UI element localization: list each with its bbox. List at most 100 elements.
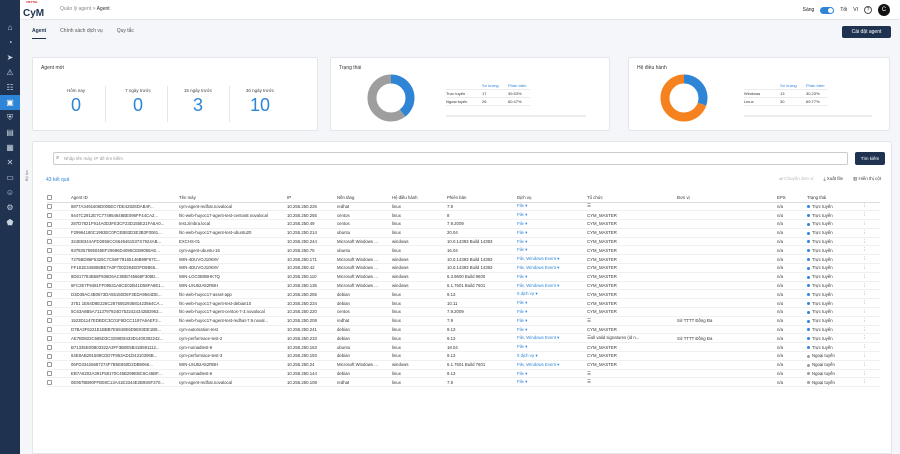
table-cell[interactable]: File ▾ [517, 377, 587, 388]
arrow-icon[interactable]: ➤ [0, 50, 20, 65]
table-cell[interactable]: File, Windows Event ▾ [517, 254, 587, 265]
row-checkbox[interactable] [47, 283, 52, 289]
table-row[interactable]: 324EB344AFD2856CC6645461537S7924AB... EXC… [47, 237, 880, 247]
table-cell[interactable]: 0 dịch vụ ▾ [517, 289, 587, 300]
table-row[interactable]: D7BA3F6221E1BBB7E6848E6D5E83DE1B8... cym-… [47, 325, 880, 335]
columns-button[interactable]: ▥ Hiển thị cột [853, 176, 881, 182]
table-row[interactable]: 287D7821F914A0D3FE3CF23D155E21FA5A0... te… [47, 219, 880, 229]
table-cell[interactable]: File ▾ [517, 369, 587, 379]
table-row[interactable]: F29964180C1993EC0FCEB83D3E3B3F0061... hlc… [47, 228, 880, 238]
row-checkbox[interactable] [47, 327, 52, 333]
table-row[interactable]: D3D39AC4B0673DA55150D5F3EDA9564DE... hlc-… [47, 289, 880, 300]
tab-service-policy[interactable]: Chính sách dịch vụ [60, 28, 103, 39]
select-all-checkbox[interactable] [47, 195, 52, 201]
shield-icon[interactable]: ⛨ [0, 110, 20, 125]
table-cell[interactable]: File ▾ [517, 228, 587, 238]
table-row[interactable]: 3751 1E64D8E226C287655293681423564CA... h… [47, 298, 880, 309]
row-menu-icon[interactable]: ⋮ [862, 245, 880, 256]
table-cell[interactable]: File, Windows Event ▾ [517, 281, 587, 291]
row-menu-icon[interactable]: ⋮ [862, 316, 880, 326]
search-button[interactable]: Tìm kiếm [855, 152, 885, 165]
report-icon[interactable]: ▦ [0, 140, 20, 155]
row-menu-icon[interactable]: ⋮ [862, 219, 880, 229]
row-checkbox[interactable] [47, 336, 52, 342]
security-icon[interactable]: ⬟ [0, 215, 20, 230]
table-row[interactable]: 6FC2E7F9481FF09531A8CE02B41D58FA5E1... WI… [47, 281, 880, 291]
column-header[interactable]: Tên máy [179, 194, 287, 203]
column-header[interactable]: Dịch vụ [517, 194, 587, 203]
row-menu-icon[interactable]: ⋮ [862, 298, 880, 309]
row-checkbox[interactable] [47, 371, 52, 377]
table-cell[interactable]: File, Windows Event ▾ [517, 263, 587, 273]
terminal-icon[interactable]: ▭ [0, 170, 20, 185]
table-row[interactable]: AE7B0822C685D3C3288D8433D1400382242... cy… [47, 333, 880, 344]
table-cell[interactable]: 0 dịch vụ ▾ [517, 351, 587, 361]
row-checkbox[interactable] [47, 265, 52, 271]
row-checkbox[interactable] [47, 380, 52, 386]
app-logo[interactable]: VIETTEL CyM [23, 1, 44, 20]
row-menu-icon[interactable]: ⋮ [862, 289, 880, 300]
table-row[interactable]: EB7A6202A391F58170C45B299EBC6C46BF... cym… [47, 369, 880, 379]
table-cell[interactable]: File ▾ [517, 245, 587, 256]
table-row[interactable]: 64E8AB291589CDD7F853AD1D4310306B... cym-p… [47, 351, 880, 361]
breadcrumb-root[interactable]: Quản lý agent [60, 6, 91, 12]
table-row[interactable]: 5C63A8B5A7113797924D7532424342BD963... hl… [47, 307, 880, 317]
tools-icon[interactable]: ✕ [0, 155, 20, 170]
row-checkbox[interactable] [47, 292, 52, 298]
settings-icon[interactable]: ⚙ [0, 200, 20, 215]
status-legend-scrollbar[interactable] [446, 115, 586, 117]
table-cell[interactable]: File, Windows Event ▾ [517, 333, 587, 344]
table-cell[interactable]: File ▾ [517, 307, 587, 317]
language-selector[interactable]: VI [853, 7, 858, 13]
list-icon[interactable]: ☷ [0, 80, 20, 95]
row-checkbox[interactable] [47, 362, 52, 368]
table-cell[interactable]: File ▾ [517, 316, 587, 326]
row-menu-icon[interactable]: ⋮ [862, 202, 880, 212]
row-checkbox[interactable] [47, 204, 52, 210]
column-header[interactable]: Nền tảng [337, 194, 392, 203]
row-checkbox[interactable] [47, 212, 52, 218]
table-cell[interactable]: File ▾ [517, 219, 587, 229]
row-menu-icon[interactable]: ⋮ [862, 307, 880, 317]
table-cell[interactable]: File ▾ [517, 210, 587, 221]
table-row[interactable]: 8D617784B56F936D6AC0BB745668F309D... WIN-… [47, 272, 880, 282]
table-row[interactable]: 06FD33426687274F7B5E650D2DB9066... WIN-L9… [47, 360, 880, 370]
row-menu-icon[interactable]: ⋮ [862, 254, 880, 265]
table-row[interactable]: 9447C2912E7C774954648BE096FF44CA2... hlc-… [47, 210, 880, 221]
column-header[interactable]: Agent ID [71, 194, 179, 203]
row-checkbox[interactable] [47, 344, 52, 350]
row-menu-icon[interactable]: ⋮ [862, 210, 880, 221]
table-cell[interactable]: File ▾ [517, 325, 587, 335]
row-menu-icon[interactable]: ⋮ [862, 369, 880, 379]
move-unit-button[interactable]: ⇄ Chuyển đơn vị [779, 176, 813, 182]
row-menu-icon[interactable]: ⋮ [862, 281, 880, 291]
agent-icon[interactable]: ▣ [0, 95, 20, 110]
tab-agent[interactable]: Agent [32, 28, 47, 39]
column-header[interactable]: Đơn vị [677, 194, 777, 203]
row-checkbox[interactable] [47, 274, 52, 280]
home-icon[interactable]: ⌂ [0, 20, 20, 35]
column-header[interactable]: Phiên bản [447, 194, 517, 203]
table-cell[interactable]: File ▾ [517, 202, 587, 212]
table-cell[interactable]: File ▾ [517, 342, 587, 353]
export-button[interactable]: ⤓ Xuất file [823, 176, 843, 182]
install-agent-button[interactable]: Cài đặt agent [842, 26, 891, 38]
tab-rules[interactable]: Quy tắc [117, 28, 134, 39]
row-menu-icon[interactable]: ⋮ [862, 237, 880, 247]
table-row[interactable]: 9378357595049EF29696D4095CEB9058AE... cym… [47, 245, 880, 256]
table-cell[interactable]: File ▾ [517, 272, 587, 282]
avatar[interactable]: C [878, 4, 890, 16]
row-menu-icon[interactable]: ⋮ [862, 342, 880, 353]
table-row[interactable]: 0E957BB90FFB08C13A41E3344E2B9S6F370... cy… [47, 377, 880, 388]
row-checkbox[interactable] [47, 230, 52, 236]
row-checkbox[interactable] [47, 318, 52, 324]
row-checkbox[interactable] [47, 256, 52, 262]
row-menu-icon[interactable]: ⋮ [862, 333, 880, 344]
table-row[interactable]: 7275BD86F5325C7C56F79165146B99F67C... WIN… [47, 254, 880, 265]
column-header[interactable]: IP [287, 194, 337, 203]
table-row[interactable]: 8877A3491606D005EC7DE42828DAB4F... cym-ag… [47, 202, 880, 212]
row-menu-icon[interactable]: ⋮ [862, 351, 880, 361]
table-row[interactable]: 1523D1147EDBDC3C01F6DCC1197A6AEF2... hlc-… [47, 316, 880, 326]
row-checkbox[interactable] [47, 248, 52, 254]
column-header[interactable]: EPS [777, 194, 807, 203]
